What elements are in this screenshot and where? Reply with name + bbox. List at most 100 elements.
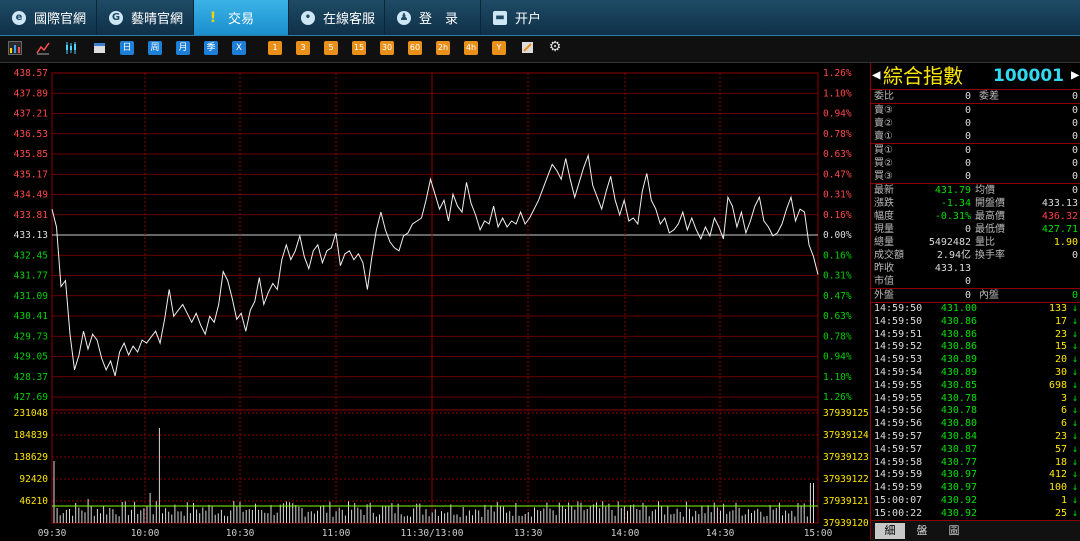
tick-direction-icon: ↓ — [1071, 507, 1078, 519]
period-week-button[interactable]: 周 — [148, 41, 162, 55]
tick-time: 14:59:52 — [874, 341, 923, 353]
tick-volume: 133 — [1048, 303, 1067, 314]
index-name: 綜合指數 — [883, 64, 963, 88]
tick-time: 14:59:50 — [874, 303, 923, 314]
stat-value: 0 — [1071, 250, 1078, 261]
candle-chart-icon[interactable] — [64, 41, 78, 55]
tick-price: 430.87 — [940, 443, 977, 455]
bid-row: 買① 0 0 — [871, 144, 1080, 157]
percent-tick-label: 0.78% — [823, 331, 852, 342]
bid-price: 0 — [964, 171, 971, 182]
minute-15-button[interactable]: 15 — [352, 41, 366, 55]
percent-tick-label: 0.94% — [823, 109, 852, 120]
year-button[interactable]: Y — [492, 41, 506, 55]
bar-chart-icon[interactable] — [8, 41, 22, 55]
label: 委比 — [874, 91, 894, 102]
bid-volume: 0 — [1071, 158, 1078, 169]
tick-volume: 18 — [1054, 456, 1067, 468]
tab-detail[interactable]: 細 — [875, 523, 905, 539]
minute-5-button[interactable]: 5 — [324, 41, 338, 55]
tick-time: 14:59:59 — [874, 469, 923, 481]
ratio-row: 委比 0 委差 0 — [871, 90, 1080, 103]
tick-price: 430.89 — [940, 367, 977, 378]
tick-direction-icon: ↓ — [1071, 379, 1078, 391]
stat-value: 436.32 — [1041, 211, 1078, 222]
price-tick-label: 430.41 — [14, 311, 49, 322]
percent-tick-label: 0.63% — [823, 311, 852, 322]
hour-4-button[interactable]: 4h — [464, 41, 478, 55]
calendar-icon[interactable] — [92, 41, 106, 55]
volume-tick-label: 184839 — [14, 430, 49, 441]
time-tick-label: 10:30 — [226, 528, 255, 539]
tick-time: 14:59:57 — [874, 431, 923, 442]
tick-volume: 25 — [1054, 507, 1067, 519]
tick-row: 14:59:58 430.77 18 ↓ — [871, 457, 1080, 470]
tick-time: 14:59:58 — [874, 456, 923, 468]
percent-tick-label: 0.16% — [823, 210, 852, 221]
minute-3-button[interactable]: 3 — [296, 41, 310, 55]
tick-volume: 57 — [1054, 443, 1067, 455]
minute-1-button[interactable]: 1 — [268, 41, 282, 55]
price-tick-label: 431.77 — [14, 271, 48, 282]
nav-tab-international-site[interactable]: e 國際官網 — [0, 0, 97, 35]
quote-header: ◀ 綜合指數 100001 ▶ — [871, 63, 1080, 89]
period-season-button[interactable]: 季 — [204, 41, 218, 55]
stat-row: 市值 0 — [871, 275, 1080, 288]
percent-tick-label: 0.63% — [823, 149, 852, 160]
volume-tick-label: 231048 — [14, 408, 49, 419]
tick-price: 430.92 — [940, 495, 977, 506]
tick-price: 430.78 — [940, 392, 977, 404]
nav-tab-open-account[interactable]: ▬ 开户 — [481, 0, 571, 35]
time-tick-label: 10:00 — [131, 528, 160, 539]
next-arrow-icon[interactable]: ▶ — [1071, 67, 1079, 83]
price-tick-label: 432.45 — [14, 250, 48, 261]
line-chart-icon[interactable] — [36, 41, 50, 55]
minute-30-button[interactable]: 30 — [380, 41, 394, 55]
stat-value: 1.90 — [1053, 237, 1078, 248]
tick-direction-icon: ↓ — [1071, 456, 1078, 468]
minute-60-button[interactable]: 60 — [408, 41, 422, 55]
settings-gear-icon[interactable]: ⚙ — [548, 40, 562, 55]
hour-2-button[interactable]: 2h — [436, 41, 450, 55]
tab-book[interactable]: 盤 — [907, 523, 937, 539]
nav-tab-yiqing-site[interactable]: G 藝晴官網 — [97, 0, 194, 35]
label: 買① — [874, 145, 893, 156]
ask-price: 0 — [964, 131, 971, 142]
tab-chart[interactable]: 圖 — [939, 523, 969, 539]
label: 委差 — [979, 91, 999, 102]
tick-row: 14:59:51 430.86 23 ↓ — [871, 329, 1080, 342]
globe-icon: e — [12, 10, 26, 25]
tick-row: 14:59:54 430.89 30 ↓ — [871, 367, 1080, 380]
nav-tab-login[interactable]: ♟ 登 录 — [385, 0, 481, 35]
tick-row: 14:59:57 430.84 23 ↓ — [871, 431, 1080, 444]
period-day-button[interactable]: 日 — [120, 41, 134, 55]
tick-direction-icon: ↓ — [1071, 328, 1078, 340]
volume-right-tick-label: 37939122 — [823, 474, 869, 485]
percent-tick-label: 1.10% — [823, 372, 852, 383]
stat-label: 均價 — [975, 185, 995, 196]
nav-tab-online-service[interactable]: • 在線客服 — [289, 0, 385, 35]
tick-volume: 100 — [1048, 482, 1067, 494]
tick-price: 430.78 — [940, 405, 977, 417]
prev-arrow-icon[interactable]: ◀ — [872, 67, 880, 83]
percent-tick-label: 0.47% — [823, 291, 852, 302]
chart-grid — [51, 72, 819, 524]
draw-pen-icon[interactable] — [520, 41, 534, 55]
tick-price: 430.80 — [940, 418, 977, 430]
tick-direction-icon: ↓ — [1071, 405, 1078, 417]
tick-volume: 20 — [1054, 354, 1067, 366]
tick-time: 14:59:57 — [874, 443, 923, 455]
period-month-button[interactable]: 月 — [176, 41, 190, 55]
percent-tick-label: 0.31% — [823, 271, 852, 282]
tick-price: 430.85 — [940, 379, 977, 391]
ask-volume: 0 — [1071, 131, 1078, 142]
stat-label: 市值 — [874, 276, 894, 287]
intraday-chart[interactable]: 438.57 437.89 437.21 436.53 435.85 435.17 434.… — [0, 63, 870, 540]
tick-volume: 17 — [1054, 315, 1067, 327]
nav-tab-trade[interactable]: ! 交易 — [194, 0, 289, 35]
tick-direction-icon: ↓ — [1071, 341, 1078, 353]
price-tick-label: 438.57 — [14, 68, 48, 79]
percent-tick-label: 0.00% — [823, 230, 852, 241]
period-x-button[interactable]: X — [232, 41, 246, 55]
tick-time: 15:00:22 — [874, 507, 923, 519]
